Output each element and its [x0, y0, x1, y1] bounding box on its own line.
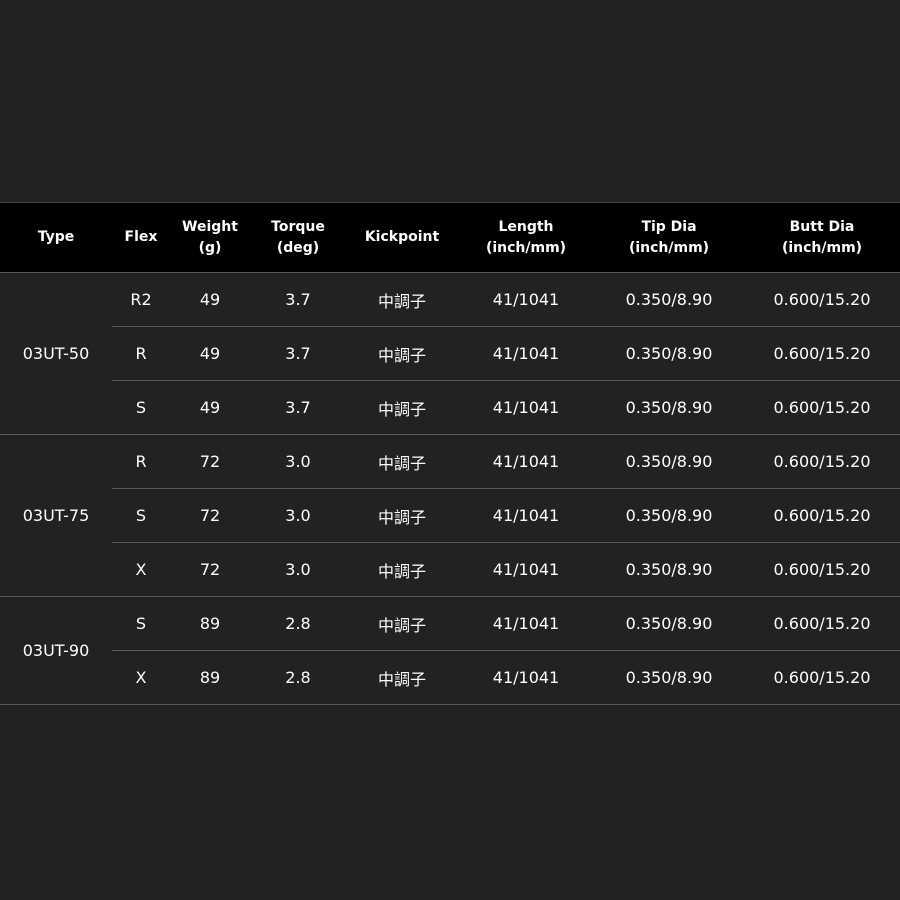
cell-flex: X [112, 650, 170, 705]
cell-kickpoint: 中調子 [346, 596, 458, 651]
header-tip-dia: Tip Dia (inch/mm) [594, 202, 744, 273]
cell-kickpoint: 中調子 [346, 380, 458, 435]
cell-kickpoint: 中調子 [346, 650, 458, 705]
cell-weight: 49 [170, 326, 250, 381]
header-row: Type Flex Weight (g) Torque (deg) Kickpoin… [0, 202, 900, 273]
table-body: 03UT-50 R2 49 3.7 中調子 41/1041 0.350/8.90 0.600/… [0, 272, 900, 705]
cell-butt-dia: 0.600/15.20 [744, 380, 900, 435]
cell-torque: 3.0 [250, 542, 346, 597]
cell-kickpoint: 中調子 [346, 488, 458, 543]
cell-tip-dia: 0.350/8.90 [594, 326, 744, 381]
cell-kickpoint: 中調子 [346, 434, 458, 489]
cell-butt-dia: 0.600/15.20 [744, 650, 900, 705]
cell-torque: 3.7 [250, 326, 346, 381]
cell-type: 03UT-50 [0, 272, 112, 435]
table-row: 03UT-90 S 89 2.8 中調子 41/1041 0.350/8.90 0.600/1… [0, 596, 900, 705]
table-row: 03UT-75 R 72 3.0 中調子 41/1041 0.350/8.90 0.600/1… [0, 434, 900, 597]
table-row: X 72 3.0 中調子 41/1041 0.350/8.90 0.600/15.20 [0, 542, 900, 597]
table-row: 03UT-50 R2 49 3.7 中調子 41/1041 0.350/8.90 0.600/… [0, 272, 900, 435]
cell-weight: 72 [170, 542, 250, 597]
cell-torque: 3.7 [250, 380, 346, 435]
shaft-spec-table: Type Flex Weight (g) Torque (deg) Kickpoin… [0, 202, 900, 705]
cell-butt-dia: 0.600/15.20 [744, 596, 900, 651]
cell-length: 41/1041 [458, 380, 594, 435]
cell-type: 03UT-90 [0, 596, 112, 705]
cell-weight: 72 [170, 488, 250, 543]
cell-tip-dia: 0.350/8.90 [594, 434, 744, 489]
table-row: S 49 3.7 中調子 41/1041 0.350/8.90 0.600/15.20 [0, 380, 900, 435]
header-flex: Flex [112, 202, 170, 273]
cell-flex: S [112, 488, 170, 543]
cell-flex: R2 [112, 272, 170, 327]
header-weight: Weight (g) [170, 202, 250, 273]
cell-tip-dia: 0.350/8.90 [594, 272, 744, 327]
cell-weight: 89 [170, 650, 250, 705]
table-row: R 49 3.7 中調子 41/1041 0.350/8.90 0.600/15.20 [0, 326, 900, 381]
header-length: Length (inch/mm) [458, 202, 594, 273]
table-row: S 72 3.0 中調子 41/1041 0.350/8.90 0.600/15.20 [0, 488, 900, 543]
cell-tip-dia: 0.350/8.90 [594, 488, 744, 543]
cell-flex: R [112, 326, 170, 381]
cell-length: 41/1041 [458, 272, 594, 327]
cell-flex: S [112, 380, 170, 435]
cell-torque: 2.8 [250, 650, 346, 705]
table-row: X 89 2.8 中調子 41/1041 0.350/8.90 0.600/15.20 [0, 650, 900, 705]
cell-tip-dia: 0.350/8.90 [594, 542, 744, 597]
cell-tip-dia: 0.350/8.90 [594, 650, 744, 705]
cell-length: 41/1041 [458, 434, 594, 489]
cell-torque: 3.0 [250, 488, 346, 543]
header-type: Type [0, 202, 112, 273]
table-header: Type Flex Weight (g) Torque (deg) Kickpoin… [0, 202, 900, 273]
cell-length: 41/1041 [458, 650, 594, 705]
cell-tip-dia: 0.350/8.90 [594, 380, 744, 435]
cell-butt-dia: 0.600/15.20 [744, 272, 900, 327]
cell-kickpoint: 中調子 [346, 542, 458, 597]
cell-flex: S [112, 596, 170, 651]
cell-flex: R [112, 434, 170, 489]
cell-tip-dia: 0.350/8.90 [594, 596, 744, 651]
cell-weight: 89 [170, 596, 250, 651]
cell-length: 41/1041 [458, 326, 594, 381]
cell-butt-dia: 0.600/15.20 [744, 326, 900, 381]
cell-weight: 49 [170, 380, 250, 435]
cell-torque: 2.8 [250, 596, 346, 651]
spec-page: Type Flex Weight (g) Torque (deg) Kickpoin… [0, 0, 900, 900]
cell-kickpoint: 中調子 [346, 326, 458, 381]
cell-torque: 3.7 [250, 272, 346, 327]
cell-type: 03UT-75 [0, 434, 112, 597]
header-torque: Torque (deg) [250, 202, 346, 273]
cell-length: 41/1041 [458, 488, 594, 543]
cell-weight: 49 [170, 272, 250, 327]
header-butt-dia: Butt Dia (inch/mm) [744, 202, 900, 273]
cell-butt-dia: 0.600/15.20 [744, 488, 900, 543]
cell-butt-dia: 0.600/15.20 [744, 542, 900, 597]
cell-length: 41/1041 [458, 596, 594, 651]
cell-kickpoint: 中調子 [346, 272, 458, 327]
cell-weight: 72 [170, 434, 250, 489]
cell-flex: X [112, 542, 170, 597]
cell-torque: 3.0 [250, 434, 346, 489]
cell-butt-dia: 0.600/15.20 [744, 434, 900, 489]
cell-length: 41/1041 [458, 542, 594, 597]
header-kickpoint: Kickpoint [346, 202, 458, 273]
